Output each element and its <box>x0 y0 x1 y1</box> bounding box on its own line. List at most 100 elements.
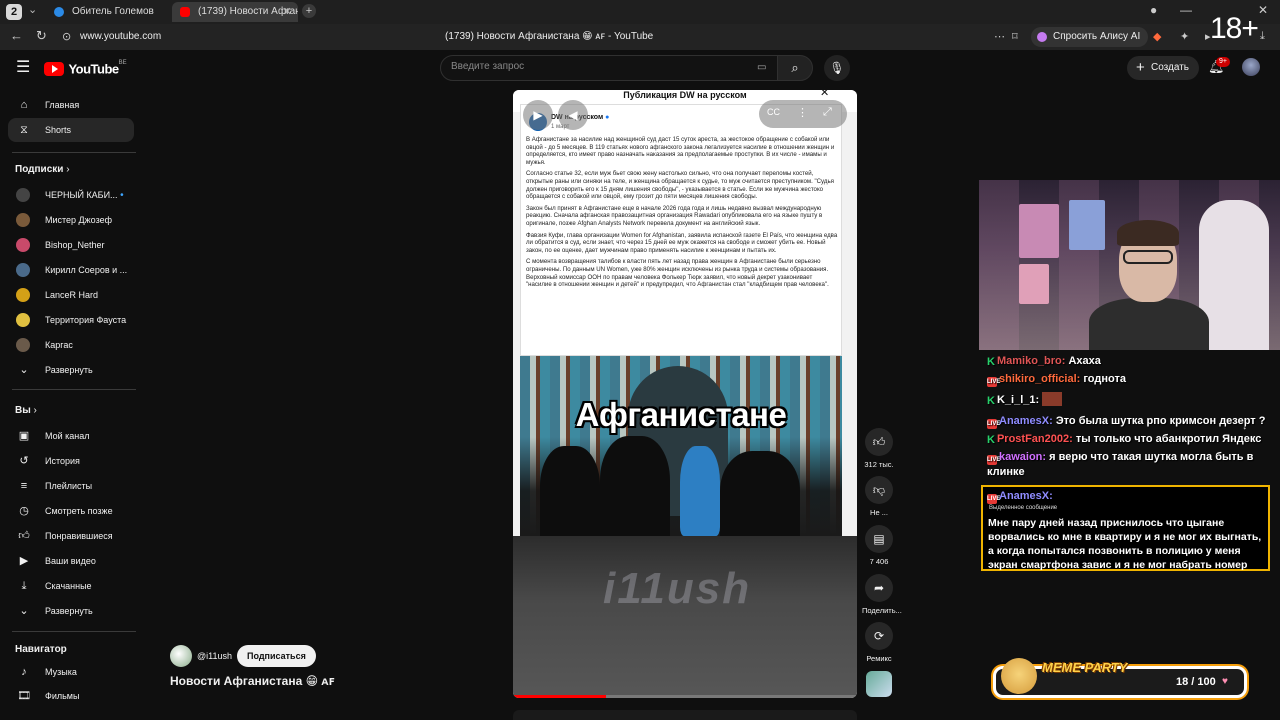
sidebar-expand-you[interactable]: ⌄ Развернуть <box>8 599 134 623</box>
sidebar-item-sub-6[interactable]: Территория Фауста <box>8 308 134 332</box>
sidebar-item-sub-2[interactable]: Мистер Джозеф <box>8 208 134 232</box>
more-icon[interactable]: ⋯ <box>994 30 1005 43</box>
you-title: Вы <box>15 405 31 416</box>
minimize-icon[interactable]: — <box>1180 3 1192 17</box>
search-input[interactable] <box>451 61 741 72</box>
dislike-button[interactable]: 👎︎ Не ... <box>862 476 896 517</box>
post-paragraph: Закон был принят в Афганистане еще в нач… <box>526 204 823 227</box>
your-videos-icon: ▶ <box>19 555 29 567</box>
youtube-favicon-icon <box>180 7 190 17</box>
sidebar-item-sub-5[interactable]: LanceR Hard <box>8 283 134 307</box>
chat-message: LIVEshikiro_official: годнота <box>987 372 1275 387</box>
comments-button[interactable]: ▤ 7 406 <box>862 525 896 566</box>
shorts-video-player[interactable]: Публикация DW на русском ✕ DW на русском… <box>513 90 857 698</box>
channel-avatar <box>16 288 30 302</box>
meme-party-count: 18 / 100 <box>1176 676 1216 688</box>
sidebar-item-music[interactable]: ♪ Музыка <box>8 660 134 684</box>
url-field[interactable]: www.youtube.com <box>80 31 161 42</box>
sidebar-divider <box>12 152 136 153</box>
reload-icon[interactable]: ↻ <box>36 28 47 44</box>
sidebar-item-label: История <box>45 456 80 466</box>
poster <box>1019 264 1049 304</box>
region-code: BE <box>118 60 127 66</box>
sidebar-item-my-channel[interactable]: ▣ Мой канал <box>8 424 134 448</box>
channel-avatar[interactable] <box>170 645 192 667</box>
new-content-dot-icon: • <box>120 190 124 201</box>
volume-button[interactable]: ◀ <box>558 100 588 130</box>
afghanistan-photo: Афганистане <box>520 356 842 536</box>
video-caption: Афганистане <box>575 396 787 433</box>
close-window-icon[interactable]: ✕ <box>1258 3 1268 17</box>
sidebar-item-films[interactable]: 🎞︎ Фильмы <box>8 684 134 708</box>
account-avatar[interactable] <box>1242 58 1260 76</box>
sidebar-item-label: Смотреть позже <box>45 506 113 516</box>
playlists-icon: ≡ <box>20 480 28 492</box>
channel-avatar <box>16 238 30 252</box>
fullscreen-icon[interactable]: ⤢ <box>823 106 832 119</box>
sidebar-divider <box>12 631 136 632</box>
tab-count-badge[interactable]: 2 <box>6 4 22 20</box>
emote-icon <box>1042 392 1063 406</box>
sidebar-item-history[interactable]: ↺ История <box>8 449 134 473</box>
new-tab-plus-icon[interactable]: + <box>302 4 316 18</box>
sidebar-item-home[interactable]: ⌂ Главная <box>8 93 134 117</box>
tab-close-icon[interactable]: ✕ <box>283 2 292 22</box>
tab-golem[interactable]: Обитель Големов <box>46 2 170 22</box>
sidebar-item-downloads[interactable]: ⤓ Скачанные <box>8 574 134 598</box>
more-options-icon[interactable]: ⋮ <box>797 106 808 119</box>
play-icon: ▶ <box>533 108 543 122</box>
sidebar-item-sub-7[interactable]: Каргас <box>8 333 134 357</box>
share-button[interactable]: ➦ Поделить... <box>862 574 902 615</box>
post-paragraph: Согласно статье 32, если муж бьет свою ж… <box>526 170 834 201</box>
profile-icon[interactable]: ● <box>1150 3 1157 17</box>
video-title[interactable]: Новости Афганистана 😁 ᴀꜰ <box>170 674 335 688</box>
back-arrow-icon[interactable]: ← <box>10 28 23 43</box>
keyboard-icon[interactable]: ▭ <box>757 62 766 73</box>
sidebar-item-label: Понравившиеся <box>45 531 113 541</box>
chat-user: AnamesX: <box>999 415 1053 427</box>
progress-bar[interactable] <box>513 695 857 698</box>
ask-alice-button[interactable]: Спросить Алису AI <box>1031 27 1149 47</box>
sidebar-item-liked[interactable]: 👍︎ Понравившиеся <box>8 524 134 548</box>
create-button[interactable]: + Создать <box>1127 56 1200 80</box>
remix-button[interactable]: ⟳ Ремикс <box>862 622 896 663</box>
progress-fill <box>513 695 606 698</box>
doge-icon <box>1001 658 1037 694</box>
voice-search-mic-icon[interactable]: 🎙 <box>824 55 850 81</box>
channel-avatar <box>16 313 30 327</box>
sidebar-item-label: Мистер Джозеф <box>45 215 113 225</box>
puzzle-icon[interactable]: ✦ <box>1180 30 1189 43</box>
sound-thumbnail[interactable] <box>866 671 892 697</box>
tab-youtube-active[interactable]: (1739) Новости Афганистана 😁 AF ✕ <box>172 2 298 22</box>
remix-label: Ремикс <box>866 654 892 663</box>
bookmark-icon[interactable]: ⌑ <box>1012 30 1018 43</box>
you-heading[interactable]: Вы › <box>15 405 37 416</box>
site-info-icon[interactable]: ⊙ <box>62 30 71 43</box>
sidebar-item-label: Скачанные <box>45 581 92 591</box>
youtube-logo[interactable]: YouTubeBE <box>44 60 127 78</box>
channel-handle[interactable]: @i11ush <box>197 651 232 661</box>
captions-icon[interactable]: CC <box>767 107 780 117</box>
sidebar-item-label: ЧЕРНЫЙ КАБИ... <box>45 190 118 200</box>
chat-scroll-down-icon[interactable]: ↓ <box>1242 420 1248 432</box>
sidebar-item-sub-1[interactable]: ЧЕРНЫЙ КАБИ... • <box>8 183 134 207</box>
sidebar-expand-subs[interactable]: ⌄ Развернуть <box>8 358 134 382</box>
sidebar-item-shorts[interactable]: ⧖ Shorts <box>8 118 134 142</box>
subscribe-button[interactable]: Подписаться <box>237 645 316 667</box>
player-controls-pill: CC ⋮ ⤢ <box>759 100 847 128</box>
subscriptions-heading[interactable]: Подписки › <box>15 164 70 175</box>
extension-icon[interactable]: ◆ <box>1153 30 1161 43</box>
sidebar-item-watch-later[interactable]: ◷ Смотреть позже <box>8 499 134 523</box>
sidebar-item-sub-4[interactable]: Кирилл Соеров и ... <box>8 258 134 282</box>
menu-icon[interactable]: ☰ <box>16 60 30 76</box>
sidebar-item-sub-3[interactable]: Bishop_Nether <box>8 233 134 257</box>
search-button[interactable]: ⌕ <box>777 55 813 81</box>
channel-icon: ▣ <box>18 430 30 442</box>
download-tray-icon[interactable]: ⤓ <box>1260 30 1265 43</box>
like-button[interactable]: 👍︎ 312 тыс. <box>862 428 896 469</box>
sidebar-item-your-videos[interactable]: ▶ Ваши видео <box>8 549 134 573</box>
play-pause-button[interactable]: ▶ <box>523 100 553 130</box>
gaming-chair <box>1199 200 1269 350</box>
tab-list-chevron-icon[interactable]: ⌄ <box>28 3 37 16</box>
sidebar-item-playlists[interactable]: ≡ Плейлисты <box>8 474 134 498</box>
